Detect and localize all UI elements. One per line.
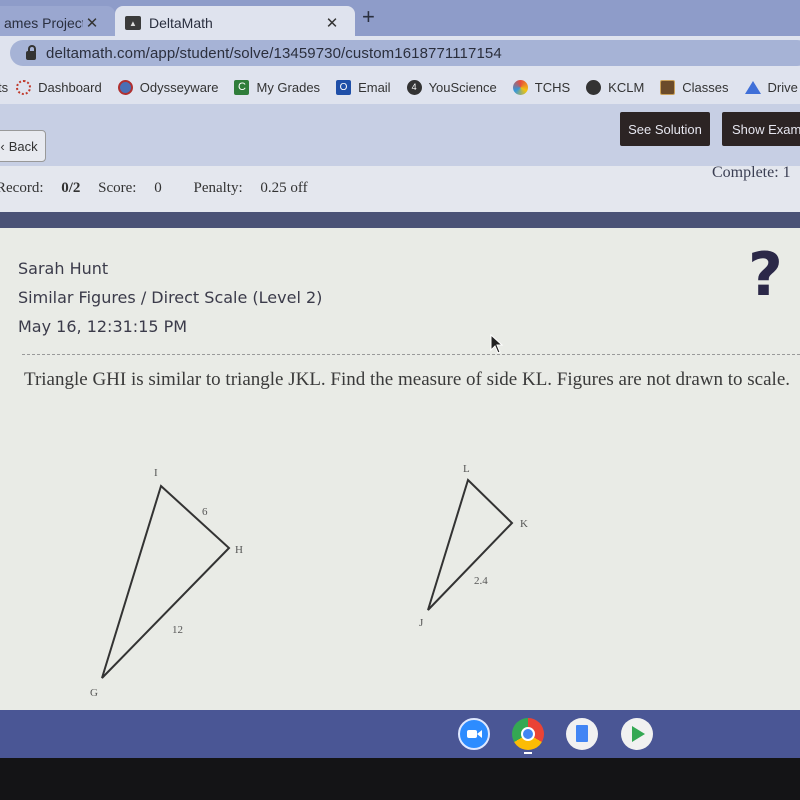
back-button[interactable]: ‹ Back — [0, 130, 46, 162]
student-name: Sarah Hunt — [18, 259, 109, 278]
lock-icon — [26, 44, 36, 60]
bookmark-label: Drive — [767, 79, 798, 95]
bookmark-email[interactable]: O Email — [336, 79, 391, 95]
tab-title: ames Project — [4, 15, 83, 31]
vertex-label-g: G — [90, 687, 98, 699]
outlook-icon: O — [336, 79, 352, 95]
tchs-icon — [512, 79, 528, 95]
os-shelf — [0, 710, 800, 758]
triangles-figure: I H G 6 12 L K J 2.4 — [90, 463, 528, 699]
kclm-icon — [586, 79, 602, 95]
score-stat: Score: 0 — [98, 180, 176, 196]
tab-title: DeltaMath — [149, 15, 213, 31]
status-bar: Record: 0/2 Score: 0 Penalty: 0.25 off C… — [0, 164, 800, 212]
show-example-button[interactable]: Show Examp — [722, 112, 800, 146]
help-icon[interactable]: ? — [748, 240, 783, 310]
bookmark-label: Dashboard — [38, 79, 102, 95]
chevron-left-icon: ‹ — [0, 138, 5, 154]
bookmark-label: Odysseyware — [139, 79, 219, 95]
tab-strip: ames Project ✕ ▲ DeltaMath ✕ + — [0, 0, 800, 40]
bookmark-tchs[interactable]: TCHS — [512, 79, 571, 95]
new-tab-button[interactable]: + — [362, 4, 375, 30]
side-label-jk: 2.4 — [474, 575, 488, 587]
chrome-app-icon[interactable] — [512, 718, 544, 750]
question-text: Triangle GHI is similar to triangle JKL.… — [24, 369, 791, 390]
bookmark-label: TCHS — [534, 79, 571, 95]
triangle-jkl — [427, 478, 514, 611]
grades-icon: C — [234, 79, 250, 95]
record-value: 0/2 — [61, 180, 81, 196]
bookmark-partial[interactable]: ts — [0, 80, 8, 95]
bookmark-odysseyware[interactable]: Odysseyware — [117, 79, 219, 95]
side-label-gh: 12 — [172, 624, 183, 636]
bookmark-kclm[interactable]: KCLM — [586, 79, 645, 95]
tab-active[interactable]: ▲ DeltaMath ✕ — [115, 6, 355, 40]
bookmark-drive[interactable]: Drive — [744, 79, 798, 95]
record-label: Record: — [0, 180, 44, 196]
penalty-stat: Penalty: 0.25 off — [193, 180, 321, 196]
canvas-icon — [16, 79, 32, 95]
back-label: Back — [8, 138, 38, 154]
deltamath-header: ‹ Back See Solution Show Examp — [0, 104, 800, 166]
close-tab-icon[interactable]: ✕ — [323, 14, 341, 32]
browser-toolbar: deltamath.com/app/student/solve/13459730… — [0, 36, 800, 70]
bookmark-youscience[interactable]: 4 YouScience — [406, 79, 497, 95]
bookmark-dashboard[interactable]: Dashboard — [16, 79, 102, 95]
score-value: 0 — [154, 180, 162, 196]
screen-bezel — [0, 758, 800, 800]
penalty-label: Penalty: — [193, 180, 243, 196]
complete-stat: Complete: 1 — [712, 164, 791, 181]
bookmark-my-grades[interactable]: C My Grades — [234, 79, 321, 95]
tab-inactive[interactable]: ames Project ✕ — [0, 6, 115, 40]
vertex-label-k: K — [520, 518, 528, 530]
side-label-ih: 6 — [202, 506, 208, 518]
deltamath-favicon-icon: ▲ — [125, 16, 141, 30]
chrome-running-indicator — [524, 752, 532, 754]
bookmarks-bar: ts Dashboard Odysseyware C My Grades O E… — [0, 70, 800, 104]
url-text[interactable]: deltamath.com/app/student/solve/13459730… — [46, 45, 502, 62]
mouse-pointer-icon — [490, 334, 504, 354]
triangle-ghi — [101, 484, 231, 679]
bookmark-label: ts — [0, 79, 9, 95]
bookmark-label: KCLM — [608, 79, 645, 95]
docs-app-icon[interactable] — [566, 718, 598, 750]
problem-meta: Sarah Hunt Similar Figures / Direct Scal… — [18, 254, 322, 341]
play-store-app-icon[interactable] — [621, 718, 653, 750]
problem-panel: Sarah Hunt Similar Figures / Direct Scal… — [0, 228, 800, 710]
score-label: Score: — [98, 180, 137, 196]
vertex-label-j: J — [419, 617, 424, 629]
status-separator — [0, 212, 800, 228]
see-solution-button[interactable]: See Solution — [620, 112, 710, 146]
vertex-label-h: H — [235, 544, 243, 556]
address-bar[interactable]: deltamath.com/app/student/solve/13459730… — [10, 40, 800, 66]
zoom-app-icon[interactable] — [458, 718, 490, 750]
bookmark-classes[interactable]: Classes — [660, 79, 729, 95]
record-score-penalty: Record: 0/2 Score: 0 Penalty: 0.25 off — [0, 180, 336, 197]
bookmark-label: Classes — [682, 79, 729, 95]
classroom-icon — [660, 79, 676, 95]
bookmark-label: YouScience — [428, 79, 497, 95]
bookmark-label: Email — [358, 79, 391, 95]
record-stat: Record: 0/2 — [0, 180, 80, 196]
bookmark-label: My Grades — [256, 79, 321, 95]
problem-timestamp: May 16, 12:31:15 PM — [18, 317, 188, 336]
vertex-label-l: L — [463, 463, 470, 475]
vertex-label-i: I — [154, 467, 158, 479]
penalty-value: 0.25 off — [260, 180, 308, 196]
problem-topic: Similar Figures / Direct Scale (Level 2) — [18, 288, 323, 307]
odysseyware-icon — [117, 79, 133, 95]
close-tab-icon[interactable]: ✕ — [83, 14, 101, 32]
drive-icon — [744, 80, 761, 94]
youscience-icon: 4 — [406, 79, 422, 95]
divider — [22, 354, 800, 355]
